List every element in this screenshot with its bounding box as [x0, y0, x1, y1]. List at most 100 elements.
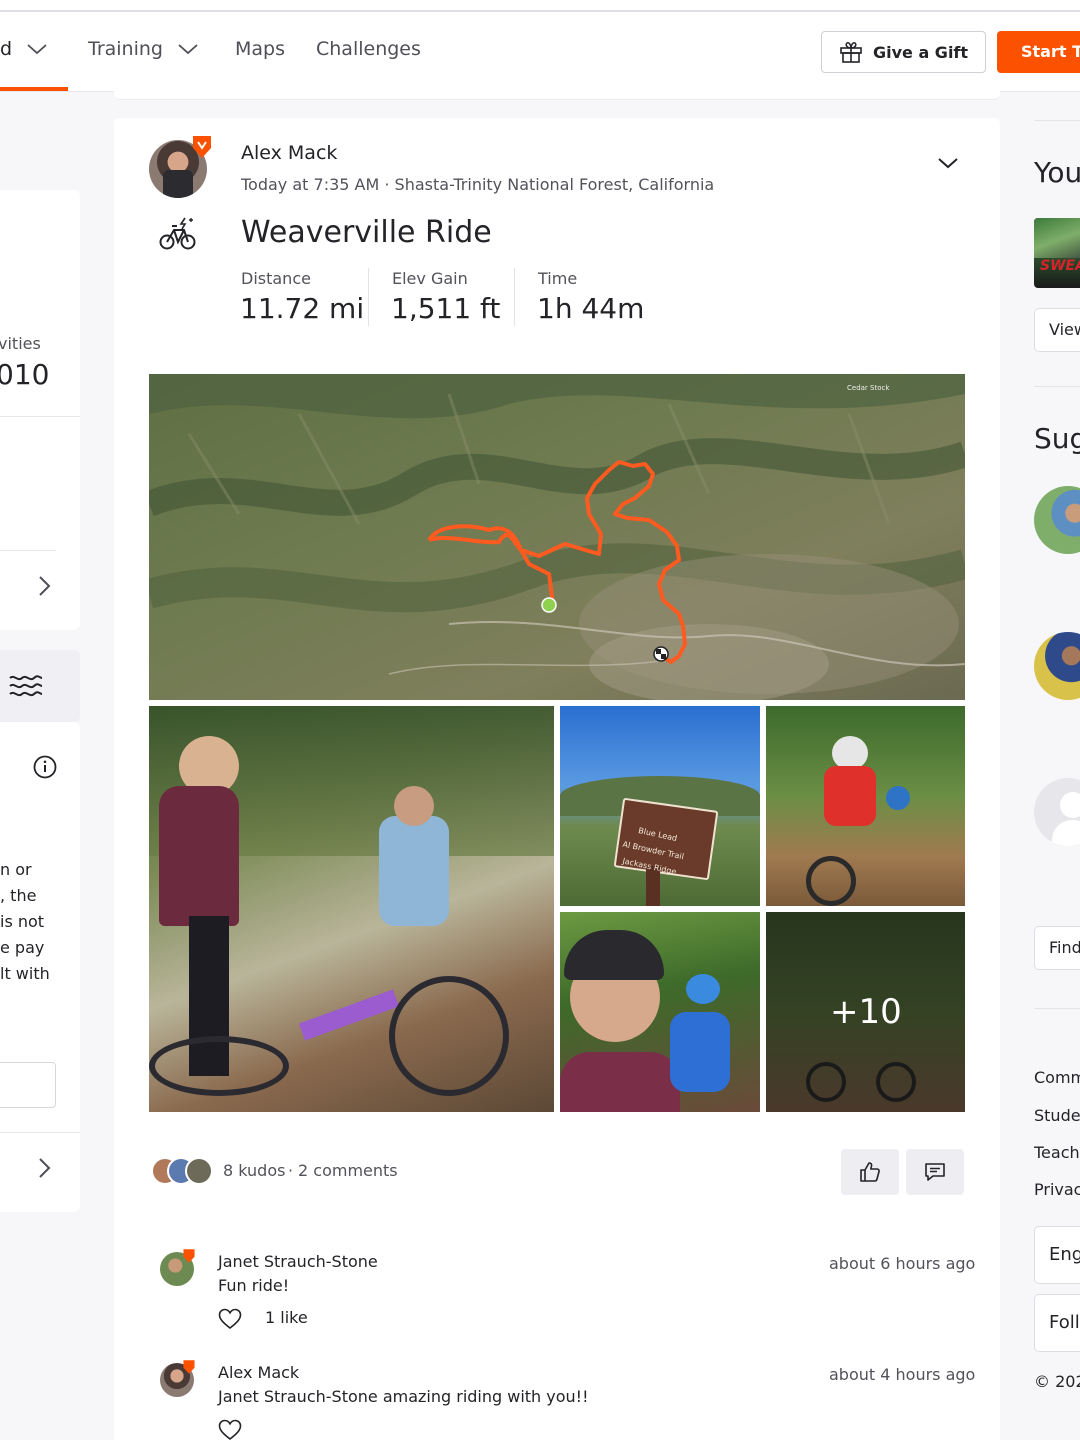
activity-meta: Today at 7:35 AM · Shasta-Trinity Nation…	[241, 175, 715, 194]
satellite-map	[149, 374, 965, 700]
browser-top-line	[0, 0, 1080, 12]
find-friends-button[interactable]: Find	[1034, 926, 1080, 970]
previous-feed-card-edge	[114, 88, 1000, 100]
divider	[0, 416, 80, 417]
activity-title[interactable]: Weaverville Ride	[241, 215, 492, 250]
top-navbar: d Training Maps Challenges Give a Gift S…	[0, 12, 1080, 92]
club-logo-text: SWEA	[1040, 258, 1080, 274]
nav-training-label: Training	[88, 38, 163, 60]
photo-trail-sign[interactable]: Blue Lead Al Browder Trail Jackass Ridge	[560, 706, 760, 906]
copyright-text: © 202	[1034, 1372, 1080, 1391]
nav-active-underline	[0, 87, 68, 91]
comments-count[interactable]: 2 comments	[298, 1161, 398, 1180]
kudos-separator: ·	[288, 1161, 294, 1180]
swim-waves-icon	[9, 675, 43, 697]
comment-text: Janet Strauch-Stone amazing riding with …	[218, 1387, 589, 1406]
stat-time-label: Time	[538, 269, 578, 288]
info-icon[interactable]	[33, 755, 57, 779]
kudos-count[interactable]: 8 kudos	[223, 1161, 285, 1180]
suggested-athlete-avatar[interactable]	[1034, 632, 1080, 700]
stat-elev-value: 1,511 ft	[391, 292, 501, 325]
view-clubs-button[interactable]: View	[1034, 308, 1080, 352]
follow-label: Foll	[1049, 1312, 1080, 1333]
chevron-down-icon	[27, 44, 47, 55]
start-trial-button[interactable]: Start Tr	[997, 31, 1080, 73]
suggested-athlete-avatar[interactable]	[1034, 778, 1080, 846]
stat-divider	[514, 268, 515, 326]
divider	[0, 1132, 80, 1133]
photo-rider-red-jersey[interactable]	[766, 706, 965, 906]
comment-icon	[925, 1163, 945, 1181]
stat-elev-label: Elev Gain	[392, 269, 468, 288]
language-label: Eng	[1049, 1244, 1080, 1265]
comment-time: about 4 hours ago	[829, 1365, 976, 1384]
heart-icon[interactable]	[218, 1308, 242, 1330]
nav-dashboard[interactable]: d	[0, 38, 48, 60]
subscriber-badge-icon	[183, 1360, 195, 1374]
left-profile-card: vities 010	[0, 190, 80, 630]
comment-author[interactable]: Janet Strauch-Stone	[218, 1252, 378, 1271]
subscriber-badge-icon	[193, 136, 211, 158]
photo-more-overlay[interactable]: +10	[766, 912, 965, 1112]
notice-line: is not	[0, 912, 45, 931]
footer-link[interactable]: Stude	[1034, 1106, 1080, 1125]
kudos-avatar[interactable]	[185, 1157, 213, 1185]
chevron-right-icon[interactable]	[36, 574, 52, 598]
notice-line: lt with	[0, 964, 50, 983]
athlete-name[interactable]: Alex Mack	[241, 142, 337, 164]
nav-dashboard-label: d	[0, 38, 13, 60]
photo-selfie[interactable]	[560, 912, 760, 1112]
give-kudos-button[interactable]	[841, 1149, 899, 1195]
nav-maps[interactable]: Maps	[235, 38, 285, 60]
suggested-athlete-avatar[interactable]	[1034, 486, 1080, 554]
start-trial-label: Start Tr	[1021, 42, 1080, 61]
footer-link[interactable]: Teach	[1034, 1143, 1080, 1162]
footer-link[interactable]: Privac	[1034, 1180, 1080, 1199]
chevron-down-icon[interactable]	[937, 156, 959, 170]
heart-icon[interactable]	[218, 1419, 242, 1440]
route-start-marker	[541, 597, 557, 613]
chevron-right-icon[interactable]	[36, 1156, 52, 1180]
nav-challenges-label: Challenges	[316, 38, 421, 60]
stat-distance-value: 11.72 mi	[240, 292, 365, 325]
divider	[1034, 120, 1080, 121]
comment-likes[interactable]: 1 like	[265, 1308, 308, 1327]
language-select[interactable]: Eng	[1034, 1226, 1080, 1284]
divider	[1034, 1008, 1080, 1009]
right-sidebar: You SWEA View Sug Find Comm Stude Teach …	[1018, 118, 1080, 1440]
notice-line: , the	[0, 886, 37, 905]
club-logo[interactable]: SWEA	[1034, 218, 1080, 288]
stat-divider	[368, 268, 369, 326]
footer-link[interactable]: Comm	[1034, 1068, 1080, 1087]
notice-line: n or	[0, 860, 32, 879]
activity-card: Alex Mack Today at 7:35 AM · Shasta-Trin…	[114, 118, 1000, 1440]
chevron-down-icon	[178, 44, 198, 55]
left-card-button[interactable]	[0, 1062, 56, 1108]
divider	[1034, 386, 1080, 387]
suggested-heading: Sug	[1034, 422, 1080, 455]
left-notice-card: n or , the is not e pay lt with	[0, 722, 80, 1212]
left-subscription-header	[0, 650, 80, 722]
nav-challenges[interactable]: Challenges	[316, 38, 421, 60]
follow-button[interactable]: Foll	[1034, 1294, 1080, 1352]
your-clubs-heading: You	[1034, 156, 1080, 189]
nav-training[interactable]: Training	[88, 38, 199, 60]
comment-author[interactable]: Alex Mack	[218, 1363, 299, 1382]
activities-label: vities	[0, 334, 41, 353]
comment-button[interactable]	[906, 1149, 964, 1195]
notice-line: e pay	[0, 938, 45, 957]
give-gift-label: Give a Gift	[872, 42, 969, 62]
stat-distance-label: Distance	[241, 269, 311, 288]
nav-maps-label: Maps	[235, 38, 285, 60]
activities-count: 010	[0, 358, 50, 391]
find-friends-label: Find	[1049, 938, 1080, 957]
view-clubs-label: View	[1049, 320, 1080, 339]
give-gift-button[interactable]: Give a Gift	[821, 31, 986, 73]
map-place-label: Cedar Stock	[847, 384, 890, 392]
route-map[interactable]: Cedar Stock	[149, 374, 965, 700]
thumbs-up-icon	[860, 1162, 880, 1182]
photo-riders-group[interactable]	[149, 706, 554, 1112]
more-photos-count: +10	[830, 992, 902, 1032]
subscriber-badge-icon	[183, 1249, 195, 1263]
e-mountain-bike-icon	[159, 217, 196, 250]
